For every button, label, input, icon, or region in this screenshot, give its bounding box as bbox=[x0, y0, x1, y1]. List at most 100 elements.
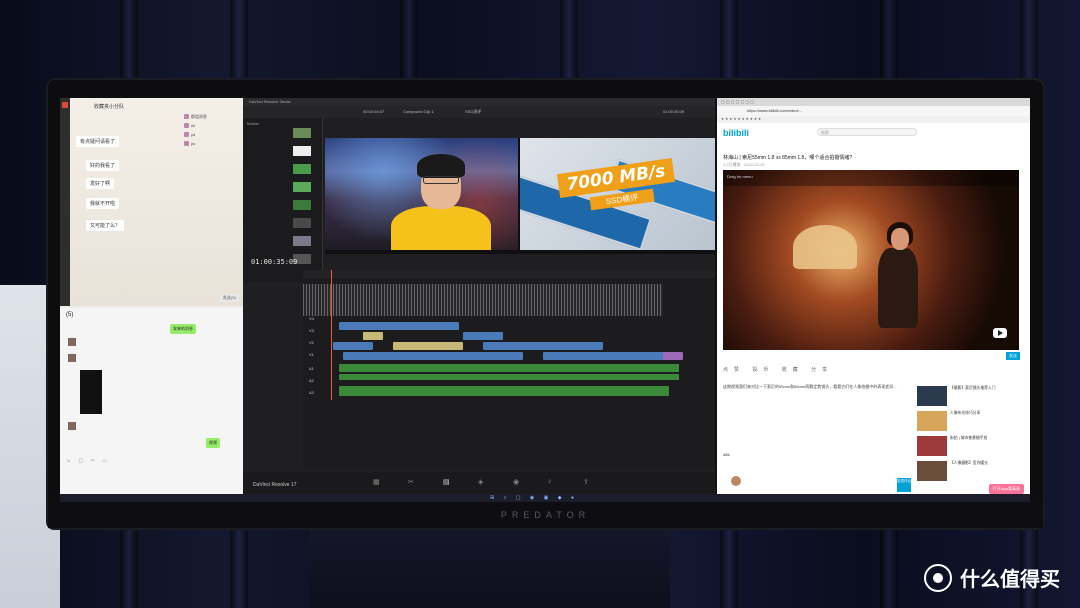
media-thumb[interactable] bbox=[293, 182, 311, 192]
post-comment-button[interactable]: 发表评论 bbox=[897, 478, 911, 492]
player-top-overlay: Drag for menu bbox=[723, 170, 1019, 186]
audio-clip[interactable] bbox=[339, 374, 679, 380]
danmaku-bar[interactable] bbox=[723, 352, 1019, 360]
message-row bbox=[68, 338, 76, 346]
list-item[interactable]: 【人像摄影】室内暖光 bbox=[917, 461, 1025, 483]
program-viewer-clip: 7000 MB/s SSD横评 bbox=[520, 138, 715, 250]
title-clip[interactable] bbox=[363, 332, 383, 340]
list-item[interactable]: 街拍 | 城市夜景随手拍 bbox=[917, 436, 1025, 458]
list-item[interactable]: 人像布光技巧分享 bbox=[917, 411, 1025, 433]
url-field[interactable]: https://www.bilibili.com/video/... bbox=[747, 108, 802, 113]
video-clip[interactable] bbox=[333, 342, 373, 350]
media-thumb[interactable] bbox=[293, 218, 311, 228]
timecode-record: 01:00:35:09 bbox=[663, 109, 685, 114]
monitor-brand: PREDATOR bbox=[500, 510, 591, 520]
play-icon[interactable] bbox=[993, 328, 1007, 338]
resolve-window[interactable]: DaVinci Resolve Studio Compound Clip 1 S… bbox=[243, 98, 715, 502]
video-clip[interactable] bbox=[399, 322, 459, 330]
audio-clip[interactable] bbox=[339, 364, 679, 372]
track-label: V4 bbox=[309, 316, 314, 321]
list-item[interactable]: yd bbox=[184, 130, 241, 139]
list-item[interactable]: 【摄影】索尼镜头推荐入门 bbox=[917, 386, 1025, 408]
avatar bbox=[68, 338, 76, 346]
media-thumb[interactable] bbox=[293, 236, 311, 246]
project-title: SSD测评 bbox=[465, 109, 482, 114]
timeline-timecode: 01:00:35:09 bbox=[251, 258, 298, 266]
list-item[interactable]: 群组消息 bbox=[184, 112, 241, 121]
fairlight-page-icon[interactable]: ♪ bbox=[548, 478, 552, 485]
playhead[interactable] bbox=[331, 270, 332, 400]
taskbar-icons[interactable]: ⊞ ⌕ ▢ ◉ ▣ ◆ ● bbox=[490, 495, 578, 501]
browser-tabs[interactable]: ▢ ▢ ▢ ▢ ▢ ▢ ▢ bbox=[717, 98, 1030, 106]
send-danmaku-button[interactable]: 发送 bbox=[1006, 352, 1020, 360]
member-avatar-icon bbox=[184, 141, 189, 146]
track-label: V3 bbox=[309, 328, 314, 333]
video-player[interactable]: Drag for menu bbox=[723, 170, 1019, 350]
edit-page-icon[interactable]: ▤ bbox=[443, 478, 450, 486]
member-avatar-icon bbox=[184, 114, 189, 119]
media-thumb[interactable] bbox=[293, 146, 311, 156]
audio-waveform bbox=[303, 284, 663, 316]
media-thumb[interactable] bbox=[293, 128, 311, 138]
monitor: 收藏夹小分队 有点疑问请看了 好的我看了 发好了啊 我就不开啦 又可能了么？ 群… bbox=[48, 80, 1043, 528]
monitor-stand bbox=[310, 528, 670, 608]
wechat-chat-area: 有点疑问请看了 好的我看了 发好了啊 我就不开啦 又可能了么？ bbox=[72, 112, 182, 302]
video-clip[interactable] bbox=[483, 342, 603, 350]
resolve-menu-bar[interactable]: DaVinci Resolve Studio bbox=[243, 98, 715, 106]
rec-title: 【人像摄影】室内暖光 bbox=[950, 461, 988, 465]
watermark-text: 什么值得买 bbox=[960, 567, 1060, 591]
audio-clip[interactable] bbox=[339, 386, 669, 396]
bookmarks-bar[interactable]: ★ ★ ★ ★ ★ ★ ★ ★ ★ ★ bbox=[717, 116, 1030, 123]
fusion-page-icon[interactable]: ◈ bbox=[478, 478, 483, 486]
media-thumb[interactable] bbox=[293, 200, 311, 210]
watermark-logo-icon bbox=[924, 563, 952, 592]
person-head bbox=[891, 228, 909, 250]
wechat-second-chat: (5) 发来的消息 视频 ☺ ▢ ✂ ▭ bbox=[60, 308, 243, 502]
send-button[interactable]: 发送(S) bbox=[219, 294, 239, 302]
list-item[interactable]: ps bbox=[184, 139, 241, 148]
person-body bbox=[391, 206, 491, 250]
video-clip[interactable] bbox=[543, 352, 673, 360]
video-description: 这期视频我们来对比一下索尼的55mm和85mm两颗定焦镜头，看看它们在人像拍摄中… bbox=[723, 384, 897, 389]
color-page-icon[interactable]: ◉ bbox=[513, 478, 519, 486]
wechat-window[interactable]: 收藏夹小分队 有点疑问请看了 好的我看了 发好了啊 我就不开啦 又可能了么？ 群… bbox=[60, 98, 243, 502]
wechat-avatar[interactable] bbox=[62, 102, 68, 108]
glasses-icon bbox=[423, 176, 459, 184]
timeline-ruler[interactable] bbox=[303, 270, 715, 278]
person-hair bbox=[417, 154, 465, 178]
comment-count[interactable]: 486 bbox=[723, 452, 730, 457]
video-actions[interactable]: 点赞 投币 收藏 分享 bbox=[723, 366, 833, 373]
media-thumb[interactable] bbox=[293, 164, 311, 174]
browser-window[interactable]: ▢ ▢ ▢ ▢ ▢ ▢ ▢ https://www.bilibili.com/v… bbox=[717, 98, 1030, 502]
resolve-logo: DaVinci Resolve 17 bbox=[253, 482, 297, 488]
video-clip[interactable] bbox=[463, 332, 503, 340]
video-message-thumbnail[interactable] bbox=[80, 370, 102, 414]
address-bar[interactable]: https://www.bilibili.com/video/... bbox=[717, 106, 1030, 116]
deliver-page-icon[interactable]: ⇪ bbox=[583, 478, 589, 486]
member-avatar-icon bbox=[184, 123, 189, 128]
chat-bubble: 又可能了么？ bbox=[86, 220, 125, 231]
cut-page-icon[interactable]: ✂ bbox=[408, 478, 414, 486]
rec-title: 人像布光技巧分享 bbox=[950, 411, 981, 415]
avatar bbox=[68, 422, 76, 430]
input-toolbar-icons[interactable]: ☺ ▢ ✂ ▭ bbox=[66, 458, 110, 464]
media-page-icon[interactable]: ▦ bbox=[373, 478, 380, 486]
timeline[interactable] bbox=[303, 270, 715, 468]
track-label: V2 bbox=[309, 340, 314, 345]
compound-clip[interactable] bbox=[663, 352, 683, 360]
bilibili-logo[interactable]: bilibili bbox=[723, 128, 749, 138]
open-app-button[interactable]: 打开App看高清 bbox=[988, 484, 1024, 494]
wechat-window-title: 收藏夹小分队 bbox=[94, 104, 125, 110]
compound-clip-label: Compound Clip 1 bbox=[403, 109, 434, 114]
member-avatar-icon bbox=[184, 132, 189, 137]
rec-thumbnail bbox=[917, 386, 947, 406]
rec-title: 街拍 | 城市夜景随手拍 bbox=[950, 436, 988, 440]
chat-bubble: 发好了啊 bbox=[86, 178, 115, 189]
list-item[interactable]: mi bbox=[184, 121, 241, 130]
video-clip[interactable] bbox=[343, 352, 523, 360]
search-input[interactable]: 搜索 bbox=[817, 128, 917, 136]
timecode-source: 00:00:04:07 bbox=[363, 109, 385, 114]
title-clip[interactable] bbox=[393, 342, 463, 350]
taskbar: ⊞ ⌕ ▢ ◉ ▣ ◆ ● bbox=[60, 494, 1030, 502]
track-label: A2 bbox=[309, 378, 314, 383]
